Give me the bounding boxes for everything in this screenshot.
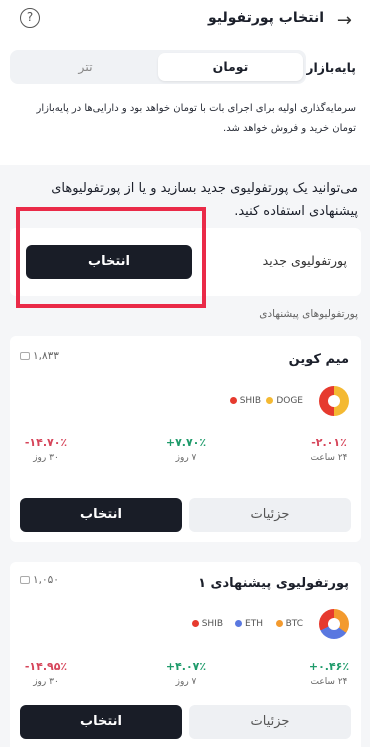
legend-item: SHIB bbox=[227, 396, 261, 406]
card-title: پورتفولیوی پیشنهادی ۱ bbox=[198, 576, 349, 591]
details-button[interactable]: جزئیات bbox=[189, 498, 351, 532]
segment-toman[interactable]: تومان bbox=[158, 53, 303, 81]
stat-30d: -۱۴.۷۰٪ ۳۰ روز bbox=[24, 436, 68, 463]
details-button[interactable]: جزئیات bbox=[189, 705, 351, 739]
stat-24h: +۰.۴۶٪ ۲۴ ساعت bbox=[308, 660, 350, 687]
card-title: میم کوین bbox=[288, 352, 349, 367]
stat-30d: -۱۴.۹۵٪ ۳۰ روز bbox=[24, 660, 68, 687]
legend-item: DOGE bbox=[263, 396, 303, 406]
select-button[interactable]: انتخاب bbox=[20, 705, 182, 739]
page-title: انتخاب پورتفولیو bbox=[207, 10, 324, 26]
allocation-donut bbox=[319, 609, 349, 639]
base-market-toggle: تومان تتر bbox=[10, 50, 306, 84]
arrow-right-icon[interactable]: → bbox=[337, 10, 352, 31]
legend-item: ETH bbox=[232, 619, 263, 629]
header: → انتخاب پورتفولیو ? bbox=[0, 0, 370, 38]
card-count: ۱,۰۵۰ bbox=[20, 574, 59, 586]
new-portfolio-card: پورتفولیوی جدید انتخاب bbox=[10, 228, 361, 296]
portfolio-card: میم کوین ۱,۸۳۳ DOGE SHIB -۲.۰۱٪ ۲۴ ساعت … bbox=[10, 336, 361, 542]
portfolio-card: پورتفولیوی پیشنهادی ۱ ۱,۰۵۰ BTC ETH SHIB… bbox=[10, 562, 361, 747]
copy-count-icon bbox=[20, 576, 30, 584]
suggest-text: می‌توانید یک پورتفولیوی جدید بسازید و یا… bbox=[51, 181, 358, 219]
new-portfolio-select-button[interactable]: انتخاب bbox=[26, 245, 192, 279]
base-market-label: پایه‌بازار bbox=[306, 60, 356, 75]
stat-24h: -۲.۰۱٪ ۲۴ ساعت bbox=[310, 436, 348, 463]
allocation-donut bbox=[319, 386, 349, 416]
select-button[interactable]: انتخاب bbox=[20, 498, 182, 532]
stat-7d: +۷.۷۰٪ ۷ روز bbox=[165, 436, 207, 463]
new-portfolio-label: پورتفولیوی جدید bbox=[262, 253, 347, 268]
legend-item: BTC bbox=[273, 619, 303, 629]
question-circle-icon[interactable]: ? bbox=[20, 8, 40, 28]
stat-7d: +۴.۰۷٪ ۷ روز bbox=[165, 660, 207, 687]
copy-count-icon bbox=[20, 352, 30, 360]
suggested-portfolios-label: پورتفولیوهای پیشنهادی bbox=[259, 308, 358, 320]
legend-item: SHIB bbox=[189, 619, 223, 629]
segment-tether[interactable]: تتر bbox=[13, 53, 158, 81]
card-count: ۱,۸۳۳ bbox=[20, 350, 59, 362]
info-text: سرمایه‌گذاری اولیه برای اجرای بات با توم… bbox=[36, 103, 356, 134]
